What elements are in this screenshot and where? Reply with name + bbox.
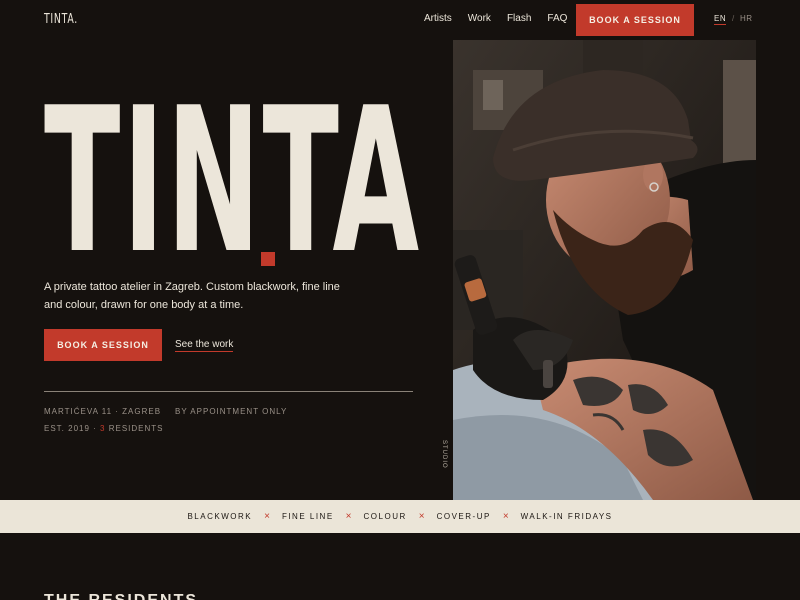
ticker-separator-icon: ×: [418, 510, 425, 522]
ticker-separator-icon: ×: [345, 510, 352, 522]
top-nav: TINTA. Artists Work Flash FAQ BOOK A SES…: [0, 0, 800, 40]
nav-links: Artists Work Flash FAQ: [424, 13, 583, 24]
see-the-work-link[interactable]: See the work: [175, 339, 234, 352]
residents-label: RESIDENTS: [108, 424, 164, 433]
ticker-separator-icon: ×: [502, 510, 509, 522]
hero-divider: [44, 391, 413, 392]
nav-link-faq[interactable]: FAQ: [547, 13, 567, 24]
tattoo-artist-illustration: [453, 40, 756, 500]
services-ticker: BLACKWORK × FINE LINE × COLOUR × COVER-U…: [0, 500, 800, 533]
hero-tagline: A private tattoo atelier in Zagreb. Cust…: [44, 281, 340, 311]
ticker-item-walk-in-fridays: WALK-IN FRIDAYS: [520, 512, 613, 521]
hero-photo-tattoo-artist: [453, 40, 756, 500]
established-year: EST. 2019 ·: [44, 424, 97, 433]
residents-count: 3: [100, 424, 106, 433]
ticker-item-colour: COLOUR: [363, 512, 407, 521]
appointment-note: BY APPOINTMENT ONLY: [175, 407, 288, 416]
hero-title: TINTA: [44, 65, 422, 298]
logo[interactable]: TINTA.: [44, 12, 78, 27]
studio-address: MARTIĆEVA 11 · ZAGREB: [44, 407, 162, 416]
hero-book-session-button[interactable]: BOOK A SESSION: [44, 329, 162, 361]
ticker-item-blackwork: BLACKWORK: [187, 512, 253, 521]
nav-link-work[interactable]: Work: [468, 13, 491, 24]
residents-section-title: THE RESIDENTS: [44, 592, 198, 600]
ticker-item-cover-up: COVER-UP: [436, 512, 491, 521]
nav-book-session-button[interactable]: BOOK A SESSION: [576, 4, 694, 36]
nav-link-flash[interactable]: Flash: [507, 13, 531, 24]
ticker-item-fine-line: FINE LINE: [281, 512, 334, 521]
lang-separator: /: [732, 14, 735, 23]
ticker-separator-icon: ×: [264, 510, 270, 522]
photo-caption: STUDIO: [441, 440, 447, 469]
nav-link-artists[interactable]: Artists: [424, 13, 452, 24]
lang-hr-link[interactable]: HR: [740, 14, 753, 23]
hero-title-dot: [261, 252, 275, 266]
lang-en-link[interactable]: EN: [714, 14, 727, 25]
established-info: EST. 2019 · 3 RESIDENTS: [44, 424, 164, 433]
